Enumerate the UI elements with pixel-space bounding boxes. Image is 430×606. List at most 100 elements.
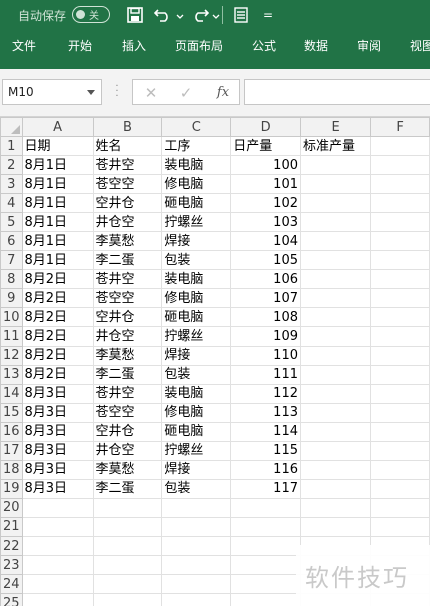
cell[interactable]: 焊接 <box>161 345 232 366</box>
cell[interactable]: 8月1日 <box>21 155 94 176</box>
cell[interactable] <box>370 364 430 385</box>
cell[interactable] <box>370 516 430 537</box>
row-header[interactable]: 1 <box>0 135 23 157</box>
cell[interactable]: 包装 <box>161 250 232 271</box>
cell[interactable]: 苍井空 <box>92 269 163 290</box>
select-all-corner[interactable] <box>0 117 23 137</box>
cell[interactable] <box>21 574 94 595</box>
cell[interactable] <box>299 174 372 195</box>
column-header-f[interactable]: F <box>370 117 430 137</box>
cell[interactable] <box>92 516 163 537</box>
cell[interactable]: 空井仓 <box>92 421 163 442</box>
cell[interactable] <box>299 402 372 423</box>
cell[interactable]: 113 <box>230 402 301 423</box>
tab-review[interactable]: 审阅 <box>357 30 381 69</box>
save-icon[interactable] <box>124 4 146 26</box>
row-header[interactable]: 19 <box>0 478 23 499</box>
row-header[interactable]: 21 <box>0 516 23 537</box>
cell[interactable]: 8月2日 <box>21 326 94 347</box>
cell[interactable]: 装电脑 <box>161 383 232 404</box>
cell[interactable] <box>21 593 94 606</box>
cell[interactable] <box>370 135 430 157</box>
row-header[interactable]: 13 <box>0 364 23 385</box>
cell[interactable]: 拧螺丝 <box>161 440 232 461</box>
cell[interactable] <box>370 459 430 480</box>
cell[interactable] <box>370 288 430 309</box>
row-header[interactable]: 15 <box>0 402 23 423</box>
cell[interactable]: 标准产量 <box>299 135 372 157</box>
cell[interactable] <box>21 497 94 518</box>
cell[interactable] <box>370 326 430 347</box>
cell[interactable] <box>370 231 430 252</box>
cell[interactable]: 李莫愁 <box>92 231 163 252</box>
cell[interactable] <box>370 440 430 461</box>
cell[interactable]: 李莫愁 <box>92 459 163 480</box>
chevron-down-icon[interactable] <box>87 90 95 95</box>
cell[interactable]: 苍空空 <box>92 174 163 195</box>
cell[interactable] <box>299 497 372 518</box>
row-header[interactable]: 20 <box>0 497 23 518</box>
form-icon[interactable] <box>230 4 252 26</box>
cell[interactable]: 修电脑 <box>161 288 232 309</box>
cell[interactable] <box>370 421 430 442</box>
cell[interactable]: 115 <box>230 440 301 461</box>
cell[interactable]: 修电脑 <box>161 402 232 423</box>
cell[interactable]: 8月1日 <box>21 193 94 214</box>
name-box[interactable]: M10 <box>2 79 102 105</box>
redo-dropdown-icon[interactable] <box>211 4 220 26</box>
cell[interactable] <box>230 535 301 557</box>
cell[interactable]: 109 <box>230 326 301 347</box>
cell[interactable]: 107 <box>230 288 301 309</box>
row-header[interactable]: 9 <box>0 288 23 309</box>
column-header-e[interactable]: E <box>299 117 372 137</box>
cell[interactable]: 修电脑 <box>161 174 232 195</box>
tab-file[interactable]: 文件 <box>12 30 36 69</box>
cell[interactable]: 装电脑 <box>161 155 232 176</box>
column-header-b[interactable]: B <box>92 117 163 137</box>
cell[interactable] <box>370 174 430 195</box>
row-header[interactable]: 24 <box>0 574 23 595</box>
cell[interactable]: 8月3日 <box>21 440 94 461</box>
cell[interactable]: 日产量 <box>230 135 301 157</box>
more-icon[interactable]: · · · <box>114 82 120 102</box>
cell[interactable]: 日期 <box>21 135 94 157</box>
cell[interactable]: 114 <box>230 421 301 442</box>
row-header[interactable]: 14 <box>0 383 23 404</box>
tab-insert[interactable]: 插入 <box>122 30 146 69</box>
row-header[interactable]: 8 <box>0 269 23 290</box>
cell[interactable] <box>299 231 372 252</box>
cell[interactable]: 8月1日 <box>21 231 94 252</box>
cancel-icon[interactable]: ✕ <box>139 83 163 103</box>
enter-icon[interactable]: ✓ <box>174 83 198 103</box>
autosave-toggle[interactable]: 关 <box>72 6 110 23</box>
tab-view[interactable]: 视图 <box>410 30 430 69</box>
cell[interactable] <box>299 307 372 328</box>
cell[interactable]: 姓名 <box>92 135 163 157</box>
undo-dropdown-icon[interactable] <box>175 4 184 26</box>
cell[interactable] <box>92 535 163 557</box>
tab-formulas[interactable]: 公式 <box>252 30 276 69</box>
cell[interactable] <box>299 250 372 271</box>
cell[interactable]: 包装 <box>161 364 232 385</box>
cell[interactable]: 苍空空 <box>92 402 163 423</box>
cell[interactable]: 焊接 <box>161 459 232 480</box>
row-header[interactable]: 11 <box>0 326 23 347</box>
cell[interactable] <box>370 155 430 176</box>
cell[interactable]: 苍井空 <box>92 155 163 176</box>
row-header[interactable]: 23 <box>0 555 23 576</box>
cell[interactable] <box>370 269 430 290</box>
cell[interactable]: 苍井空 <box>92 383 163 404</box>
cell[interactable]: 106 <box>230 269 301 290</box>
cell[interactable] <box>92 593 163 606</box>
cell[interactable]: 8月3日 <box>21 459 94 480</box>
cell[interactable] <box>161 535 232 557</box>
cell[interactable]: 井仓空 <box>92 440 163 461</box>
cell[interactable]: 101 <box>230 174 301 195</box>
cell[interactable] <box>21 516 94 537</box>
cell[interactable] <box>370 193 430 214</box>
cell[interactable] <box>370 307 430 328</box>
cell[interactable] <box>299 383 372 404</box>
cell[interactable] <box>299 516 372 537</box>
cell[interactable]: 焊接 <box>161 231 232 252</box>
cell[interactable]: 103 <box>230 212 301 233</box>
